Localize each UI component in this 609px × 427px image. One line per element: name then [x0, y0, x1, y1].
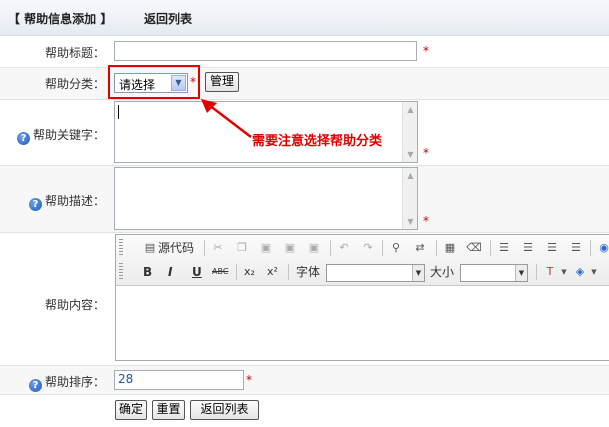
- sort-label: ? 帮助排序：: [28, 373, 105, 392]
- description-label: ? 帮助描述：: [28, 192, 105, 211]
- italic-button[interactable]: I: [168, 263, 172, 281]
- text-cursor: [118, 105, 119, 119]
- copy-icon[interactable]: ❐: [234, 240, 250, 256]
- select-all-icon[interactable]: ▦: [442, 240, 458, 256]
- keywords-label-text: 帮助关键字：: [32, 128, 105, 142]
- align-justify-icon[interactable]: ☰: [568, 240, 584, 256]
- content-label: 帮助内容：: [44, 298, 105, 312]
- paste-icon[interactable]: ▣: [258, 240, 274, 256]
- source-code-button[interactable]: 源代码: [158, 239, 194, 257]
- highlight-box: [108, 65, 200, 99]
- size-label: 大小: [430, 265, 455, 279]
- title-label: 帮助标题：: [44, 46, 105, 60]
- cut-icon[interactable]: ✂: [210, 240, 226, 256]
- bold-button[interactable]: B: [143, 263, 152, 281]
- align-center-icon[interactable]: ☰: [520, 240, 536, 256]
- toolbar-grip: [119, 239, 123, 257]
- toolbar-grip: [119, 263, 123, 281]
- chevron-down-icon[interactable]: ▼: [556, 264, 572, 280]
- back-to-list-link[interactable]: 返回列表: [144, 10, 192, 27]
- description-label-text: 帮助描述：: [44, 194, 105, 208]
- toolbar-separator: [236, 264, 237, 280]
- form-row-content: 帮助内容： ▤ 源代码 ✂ ❐ ▣ ▣ ▣ ↶ ↷ ⚲ ⇄ ▦ ⌫ ☰ ☰ ☰: [0, 233, 609, 366]
- required-mark: *: [246, 373, 252, 387]
- toolbar-separator: [590, 240, 591, 256]
- form-row-category: 帮助分类： 请选择 ▼ * 管理: [0, 68, 609, 100]
- globe-icon[interactable]: ◉: [596, 240, 609, 256]
- back-to-list-button[interactable]: 返回列表: [190, 400, 259, 420]
- paste-word-icon[interactable]: ▣: [306, 240, 322, 256]
- form-row-title: 帮助标题： *: [0, 37, 609, 68]
- undo-icon[interactable]: ↶: [336, 240, 352, 256]
- editor-toolbar: ▤ 源代码 ✂ ❐ ▣ ▣ ▣ ↶ ↷ ⚲ ⇄ ▦ ⌫ ☰ ☰ ☰ ☰ ◉ B: [116, 235, 609, 286]
- confirm-button[interactable]: 确定: [115, 400, 147, 420]
- align-right-icon[interactable]: ☰: [544, 240, 560, 256]
- redo-icon[interactable]: ↷: [360, 240, 376, 256]
- reset-button[interactable]: 重置: [152, 400, 185, 420]
- manage-button[interactable]: 管理: [205, 72, 239, 92]
- category-label: 帮助分类：: [44, 77, 105, 91]
- annotation-arrow: [201, 99, 252, 138]
- underline-button[interactable]: U: [192, 263, 202, 281]
- chevron-down-icon[interactable]: ▼: [586, 264, 602, 280]
- description-textarea[interactable]: ▲ ▼: [114, 167, 418, 230]
- toolbar-separator: [288, 264, 289, 280]
- rich-text-editor[interactable]: ▤ 源代码 ✂ ❐ ▣ ▣ ▣ ↶ ↷ ⚲ ⇄ ▦ ⌫ ☰ ☰ ☰ ☰ ◉ B: [115, 234, 609, 361]
- sort-label-text: 帮助排序：: [44, 375, 105, 389]
- subscript-button[interactable]: x₂: [244, 263, 255, 281]
- required-mark: *: [423, 214, 429, 228]
- eraser-icon[interactable]: ⌫: [466, 240, 482, 256]
- required-mark: *: [423, 44, 429, 58]
- chevron-down-icon[interactable]: ▼: [412, 265, 424, 281]
- toolbar-separator: [536, 264, 537, 280]
- align-left-icon[interactable]: ☰: [496, 240, 512, 256]
- scrollbar[interactable]: ▲ ▼: [402, 102, 417, 162]
- size-select[interactable]: ▼: [460, 264, 528, 282]
- replace-icon[interactable]: ⇄: [412, 240, 428, 256]
- source-code-icon[interactable]: ▤: [142, 240, 158, 256]
- toolbar-separator: [382, 240, 383, 256]
- toolbar-separator: [204, 240, 205, 256]
- strikethrough-button[interactable]: ABC: [212, 263, 228, 281]
- chevron-down-icon[interactable]: ▼: [515, 265, 527, 281]
- toolbar-separator: [436, 240, 437, 256]
- page-title: 【 帮助信息添加 】: [8, 12, 113, 26]
- sort-input[interactable]: 28: [114, 370, 244, 390]
- toolbar-separator: [490, 240, 491, 256]
- form-row-description: ? 帮助描述： ▲ ▼ *: [0, 166, 609, 233]
- find-icon[interactable]: ⚲: [388, 240, 404, 256]
- help-icon[interactable]: ?: [28, 379, 42, 392]
- title-input[interactable]: [114, 41, 417, 61]
- keywords-label: ? 帮助关键字：: [16, 126, 105, 145]
- font-label: 字体: [296, 265, 321, 279]
- help-icon[interactable]: ?: [28, 198, 42, 211]
- page-header: 【 帮助信息添加 】 返回列表: [0, 0, 609, 36]
- annotation-text: 需要注意选择帮助分类: [252, 134, 383, 149]
- form-row-sort: ? 帮助排序： 28 *: [0, 366, 609, 395]
- paste-text-icon[interactable]: ▣: [282, 240, 298, 256]
- help-icon[interactable]: ?: [16, 132, 30, 145]
- font-select[interactable]: ▼: [326, 264, 425, 282]
- scrollbar[interactable]: ▲ ▼: [402, 168, 417, 229]
- superscript-button[interactable]: x²: [267, 263, 278, 281]
- required-mark: *: [423, 146, 429, 160]
- toolbar-separator: [330, 240, 331, 256]
